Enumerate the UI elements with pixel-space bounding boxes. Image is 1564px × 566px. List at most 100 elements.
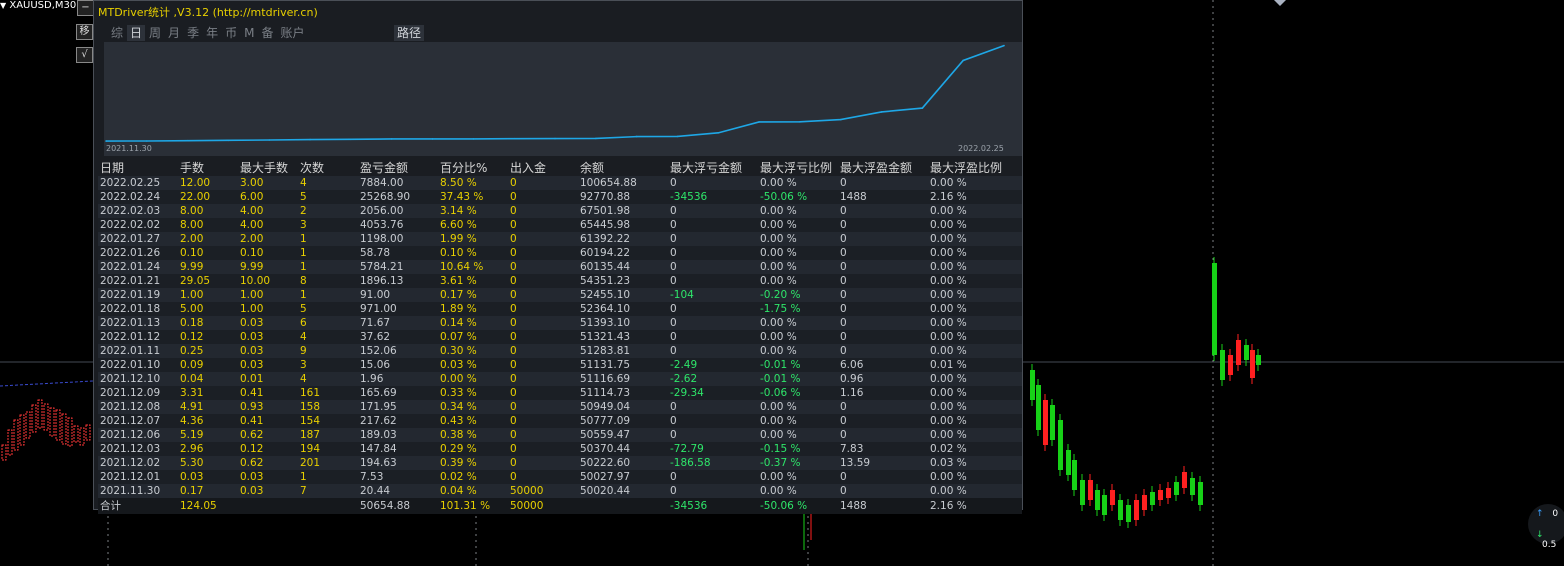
table-cell: 0	[838, 302, 928, 316]
table-row[interactable]: 2021.12.07 4.36 0.41 154 217.62 0.43 % 0 50777.…	[98, 414, 1022, 428]
table-cell: 0.00 %	[928, 344, 1022, 358]
table-row[interactable]: 2021.12.10 0.04 0.01 4 1.96 0.00 % 0 51116.69 -2…	[98, 372, 1022, 386]
table-cell: -104	[668, 288, 758, 302]
table-cell: -0.01 %	[758, 358, 838, 372]
table-row[interactable]: 2022.01.26 0.10 0.10 1 58.78 0.10 % 0 60194.22 0…	[98, 246, 1022, 260]
table-row[interactable]: 2022.01.21 29.05 10.00 8 1896.13 3.61 % 0 54351…	[98, 274, 1022, 288]
column-header[interactable]: 手数	[178, 159, 238, 176]
table-cell: 8	[298, 274, 358, 288]
table-cell: -1.75 %	[758, 302, 838, 316]
table-cell: 0	[668, 302, 758, 316]
table-cell: 22.00	[178, 190, 238, 204]
candle	[1118, 500, 1123, 520]
table-cell: 0	[838, 246, 928, 260]
column-header[interactable]: 次数	[298, 159, 358, 176]
path-button[interactable]: 路径	[394, 25, 425, 41]
tab-0[interactable]: 综	[108, 25, 126, 41]
table-cell: 0.00 %	[758, 484, 838, 498]
table-row[interactable]: 2021.12.03 2.96 0.12 194 147.84 0.29 % 0 50370.…	[98, 442, 1022, 456]
table-row[interactable]: 2022.01.24 9.99 9.99 1 5784.21 10.64 % 0 60135.…	[98, 260, 1022, 274]
table-cell: 0	[838, 218, 928, 232]
column-header[interactable]: 最大浮亏比例	[758, 159, 838, 176]
table-cell: 50949.04	[578, 400, 668, 414]
table-cell: 0	[668, 470, 758, 484]
table-cell: 0.93	[238, 400, 298, 414]
table-cell: 2022.01.10	[98, 358, 178, 372]
table-cell: 2022.02.03	[98, 204, 178, 218]
candle	[1244, 345, 1249, 360]
table-cell: 0.03	[238, 484, 298, 498]
table-row[interactable]: 2022.01.27 2.00 2.00 1 1198.00 1.99 % 0 61392.2…	[98, 232, 1022, 246]
table-cell: 7	[298, 484, 358, 498]
table-row[interactable]: 2021.12.01 0.03 0.03 1 7.53 0.02 % 0 50027.97 0 0…	[98, 470, 1022, 484]
table-row[interactable]: 2022.01.13 0.18 0.03 6 71.67 0.14 % 0 51393.10 0…	[98, 316, 1022, 330]
table-cell: 0.00 %	[928, 274, 1022, 288]
tab-7[interactable]: M	[241, 25, 257, 41]
table-row[interactable]: 2021.12.02 5.30 0.62 201 194.63 0.39 % 0 50222.…	[98, 456, 1022, 470]
equity-chart	[104, 42, 1022, 156]
table-row[interactable]: 2021.12.08 4.91 0.93 158 171.95 0.34 % 0 50949.…	[98, 400, 1022, 414]
scroll-marker-icon[interactable]	[1274, 0, 1286, 6]
side-button-move[interactable]: 移	[76, 24, 93, 40]
equity-point	[390, 138, 393, 140]
table-cell: 0.00 %	[438, 372, 508, 386]
table-cell: 3	[298, 218, 358, 232]
table-cell: 0	[508, 190, 578, 204]
tab-8[interactable]: 备	[258, 25, 276, 41]
table-cell: 37.62	[358, 330, 438, 344]
table-cell: 20.44	[358, 484, 438, 498]
table-cell: -72.79	[668, 442, 758, 456]
column-header[interactable]: 最大浮盈比例	[928, 159, 1022, 176]
table-row[interactable]: 2021.12.06 5.19 0.62 187 189.03 0.38 % 0 50559.…	[98, 428, 1022, 442]
table-cell: -0.01 %	[758, 372, 838, 386]
column-header[interactable]: 最大手数	[238, 159, 298, 176]
table-cell: 0.43 %	[438, 414, 508, 428]
table-cell: 65445.98	[578, 218, 668, 232]
table-cell: 0	[508, 274, 578, 288]
dropdown-arrow-icon[interactable]: ▼	[0, 1, 6, 10]
table-cell: 0	[838, 316, 928, 330]
column-header[interactable]: 盈亏金额	[358, 159, 438, 176]
table-cell: 2056.00	[358, 204, 438, 218]
column-header[interactable]: 出入金	[508, 159, 578, 176]
table-row[interactable]: 2021.11.30 0.17 0.03 7 20.44 0.04 % 50000 50020…	[98, 484, 1022, 498]
table-cell: 0.38 %	[438, 428, 508, 442]
column-header[interactable]: 百分比%	[438, 159, 508, 176]
table-row[interactable]: 2022.01.12 0.12 0.03 4 37.62 0.07 % 0 51321.43 0…	[98, 330, 1022, 344]
table-cell: 12.00	[178, 176, 238, 190]
table-cell: 0	[668, 274, 758, 288]
table-row[interactable]: 2022.02.24 22.00 6.00 5 25268.90 37.43 % 0 9277…	[98, 190, 1022, 204]
column-header[interactable]: 日期	[98, 159, 178, 176]
table-cell: 0	[838, 204, 928, 218]
column-header[interactable]: 余额	[578, 159, 668, 176]
table-cell: 0.01	[238, 372, 298, 386]
table-cell: 0.12	[178, 330, 238, 344]
tab-6[interactable]: 币	[222, 25, 240, 41]
table-row[interactable]: 2022.01.18 5.00 1.00 5 971.00 1.89 % 0 52364.10…	[98, 302, 1022, 316]
candle	[61, 413, 67, 445]
tab-5[interactable]: 年	[203, 25, 221, 41]
table-cell: 2022.02.02	[98, 218, 178, 232]
table-row[interactable]: 2022.02.25 12.00 3.00 4 7884.00 8.50 % 0 100654…	[98, 176, 1022, 190]
table-row[interactable]: 2022.02.02 8.00 4.00 3 4053.76 6.60 % 0 65445.9…	[98, 218, 1022, 232]
table-row[interactable]: 2021.12.09 3.31 0.41 161 165.69 0.33 % 0 51114.…	[98, 386, 1022, 400]
tab-9[interactable]: 账户	[277, 25, 307, 41]
tab-4[interactable]: 季	[184, 25, 202, 41]
table-cell: 0.41	[238, 414, 298, 428]
column-header[interactable]: 最大浮亏金额	[668, 159, 758, 176]
equity-point	[227, 139, 230, 142]
minimize-button[interactable]: −	[77, 0, 94, 16]
column-header[interactable]: 最大浮盈金额	[838, 159, 928, 176]
table-row[interactable]: 2022.01.19 1.00 1.00 1 91.00 0.17 % 0 52455.10-…	[98, 288, 1022, 302]
side-button-check[interactable]: √	[76, 47, 93, 63]
table-cell: 194	[298, 442, 358, 456]
equity-point	[1003, 44, 1005, 47]
table-cell: 0	[508, 176, 578, 190]
table-row[interactable]: 2022.01.10 0.09 0.03 3 15.06 0.03 % 0 51131.75-…	[98, 358, 1022, 372]
table-row[interactable]: 2022.01.11 0.25 0.03 9 152.06 0.30 % 0 51283.81…	[98, 344, 1022, 358]
tab-3[interactable]: 月	[165, 25, 183, 41]
tab-2[interactable]: 周	[146, 25, 164, 41]
tab-1[interactable]: 日	[127, 25, 146, 41]
table-row[interactable]: 2022.02.03 8.00 4.00 2 2056.00 3.14 % 0 67501.9…	[98, 204, 1022, 218]
table-cell: 0.03 %	[438, 358, 508, 372]
